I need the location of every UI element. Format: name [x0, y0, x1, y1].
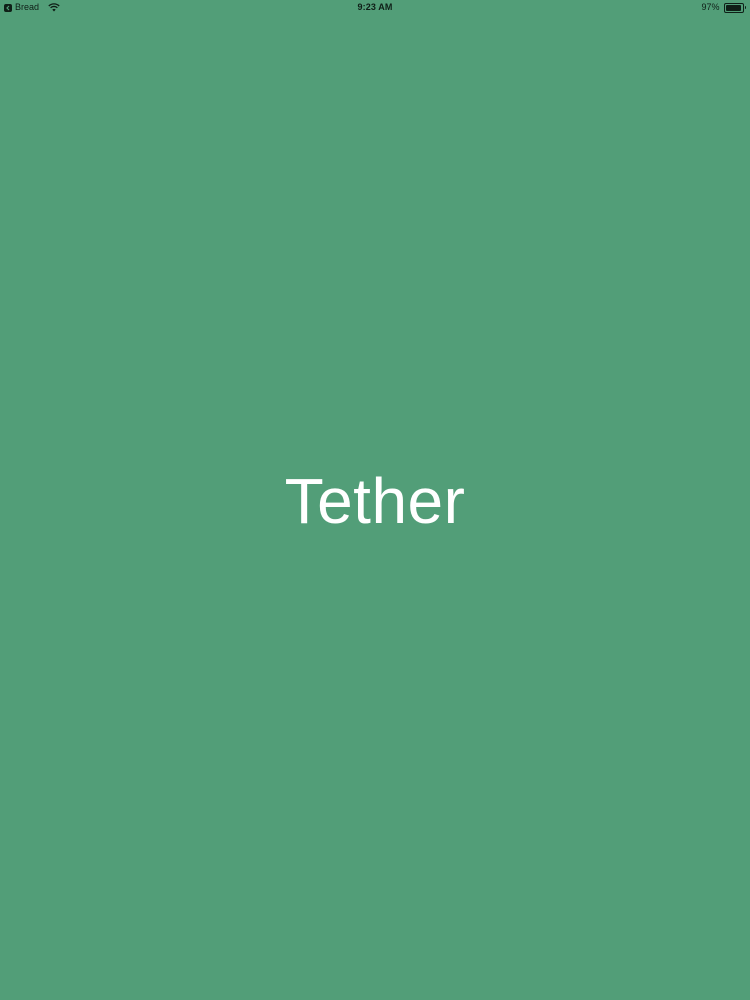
app-title: Tether	[284, 465, 466, 537]
splash-screen: Tether	[0, 0, 750, 1000]
